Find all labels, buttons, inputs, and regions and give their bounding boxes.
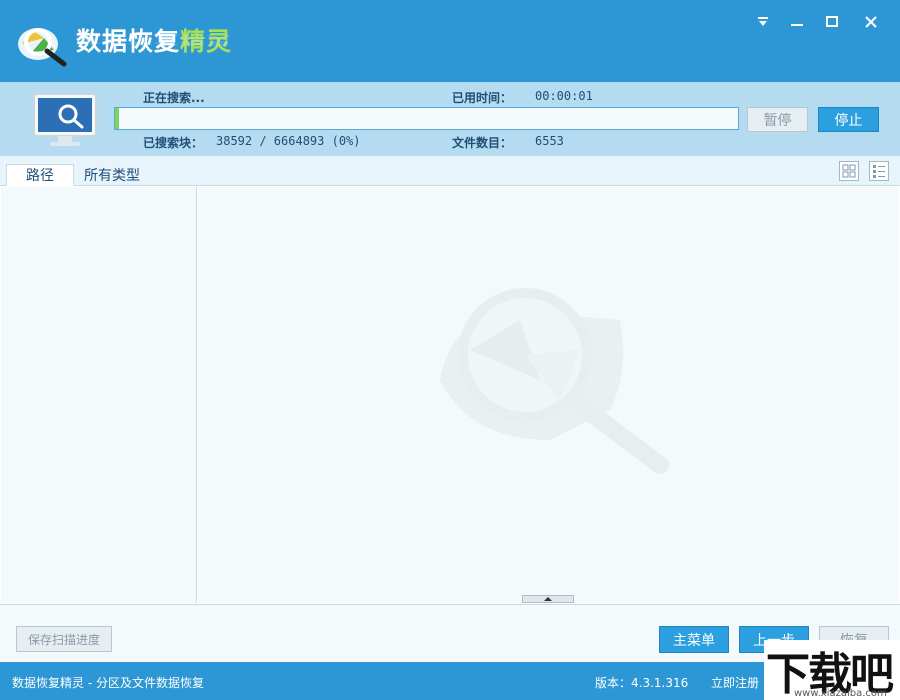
version-text: 版本：4.3.1.316 — [595, 676, 689, 690]
grid-view-icon[interactable] — [839, 161, 859, 181]
maximize-icon[interactable] — [819, 10, 845, 34]
app-logo-icon — [18, 28, 67, 67]
site-watermark: 下载吧 www.xiazaiba.com — [764, 640, 900, 700]
pause-button[interactable]: 暂停 — [747, 107, 808, 132]
site-watermark-url: www.xiazaiba.com — [794, 688, 887, 699]
magnifier-watermark-icon — [440, 288, 669, 474]
register-link[interactable]: 立即注册 — [711, 674, 759, 691]
scan-progress-fill — [115, 108, 119, 129]
tab-bar: 路径 所有类型 — [0, 156, 900, 186]
save-scan-progress-button[interactable]: 保存扫描进度 — [16, 626, 112, 652]
file-count-label: 文件数目： — [452, 136, 513, 150]
searched-blocks-value: 38592 / 6664893 (0%) — [216, 134, 361, 148]
scan-progress-bar — [114, 107, 739, 130]
path-tree-pane[interactable] — [1, 187, 197, 603]
close-icon[interactable] — [858, 10, 884, 34]
dropdown-menu-icon[interactable] — [750, 10, 776, 34]
elapsed-time-label: 已用时间： — [452, 91, 513, 105]
collapse-panel-handle[interactable] — [522, 595, 574, 603]
app-title-reflection: 数据恢复精灵 — [76, 33, 233, 47]
title-bar: 数据恢复精灵 数据恢复精灵 — [0, 0, 900, 82]
searched-blocks-label: 已搜索块： — [143, 136, 204, 150]
monitor-search-icon — [33, 93, 97, 146]
minimize-icon[interactable] — [784, 10, 810, 34]
tab-path[interactable]: 路径 — [6, 164, 74, 186]
scan-status-label: 正在搜索... — [143, 91, 205, 105]
status-description: 数据恢复精灵 - 分区及文件数据恢复 — [12, 676, 204, 690]
elapsed-time-value: 00:00:01 — [535, 89, 593, 103]
list-view-icon[interactable] — [869, 161, 889, 181]
stop-button[interactable]: 停止 — [818, 107, 879, 132]
tab-all-types[interactable]: 所有类型 — [80, 164, 144, 186]
file-count-value: 6553 — [535, 134, 564, 148]
main-menu-button[interactable]: 主菜单 — [659, 626, 729, 653]
